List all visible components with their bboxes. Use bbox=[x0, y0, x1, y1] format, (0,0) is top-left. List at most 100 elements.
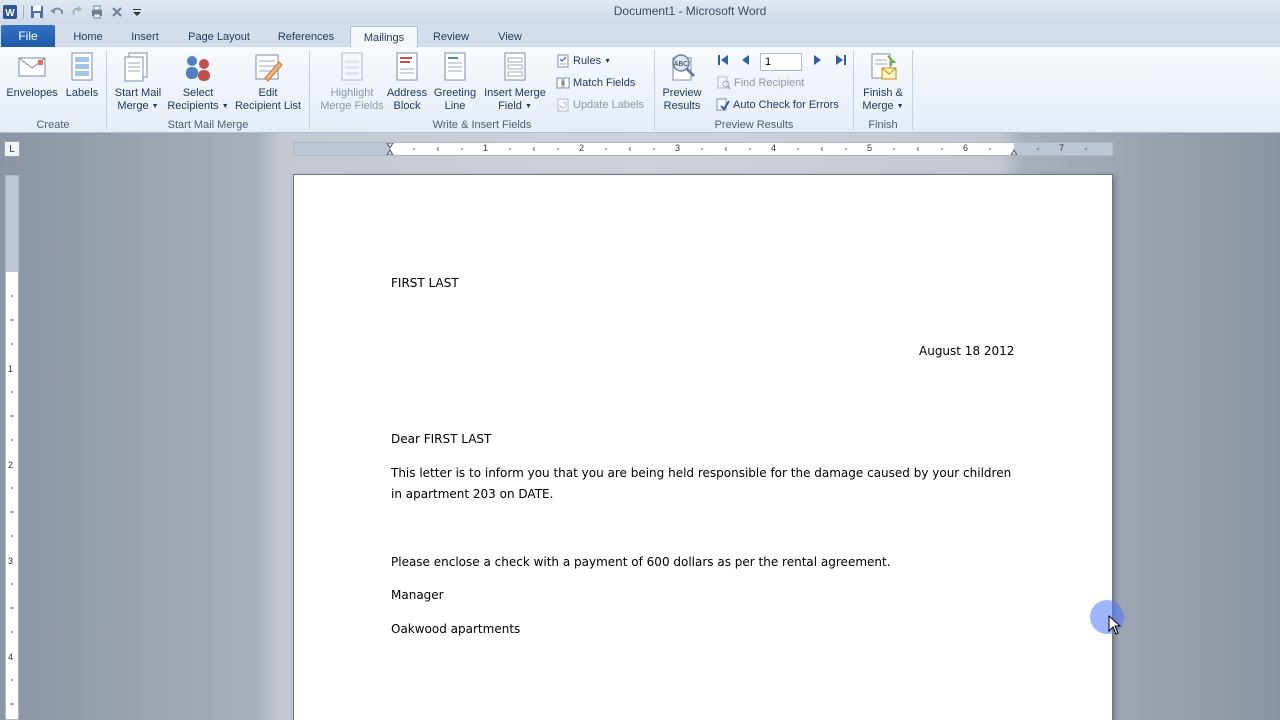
dropdown-caret-icon: ▼ bbox=[524, 103, 532, 110]
greeting-line-button[interactable]: Greeting Line bbox=[431, 51, 479, 113]
tab-file[interactable]: File bbox=[1, 25, 55, 47]
envelopes-button[interactable]: Envelopes bbox=[5, 51, 59, 100]
address-block-button[interactable]: Address Block bbox=[384, 51, 430, 113]
dropdown-caret-icon: ▼ bbox=[221, 103, 229, 110]
document-page[interactable]: FIRST LAST August 18 2012 Dear FIRST LAS… bbox=[294, 175, 1112, 720]
greeting-line-icon bbox=[439, 51, 471, 83]
tab-review[interactable]: Review bbox=[426, 26, 476, 47]
select-recipients-icon bbox=[182, 51, 214, 83]
record-number-input[interactable]: 1 bbox=[760, 53, 802, 71]
preview-results-line2: Results bbox=[663, 100, 701, 112]
auto-check-errors-button[interactable]: Auto Check for Errors bbox=[716, 96, 839, 114]
left-tab-icon: L bbox=[9, 143, 15, 155]
greeting-line-line1: Greeting bbox=[433, 87, 477, 99]
last-record-button[interactable] bbox=[834, 54, 848, 68]
ribbon: Envelopes Labels Create Start Mail Merge… bbox=[0, 47, 1280, 133]
select-recipients-line2: Recipients ▼ bbox=[167, 100, 228, 113]
document-area: L 1 2 3 4 5 6 7 1 2 3 4 FIRST LAST Augus… bbox=[0, 133, 1280, 720]
tab-view[interactable]: View bbox=[490, 26, 530, 47]
window-title: Document1 - Microsoft Word bbox=[613, 4, 767, 18]
first-record-button[interactable] bbox=[716, 54, 730, 68]
tab-page-layout[interactable]: Page Layout bbox=[180, 26, 258, 47]
title-bar: W Document1 - Microsoft Word bbox=[0, 0, 1280, 24]
envelopes-label: Envelopes bbox=[6, 87, 58, 99]
edit-recipient-list-line1: Edit bbox=[258, 87, 278, 99]
ruler-number: 6 bbox=[963, 143, 969, 153]
match-fields-label: Match Fields bbox=[573, 77, 636, 89]
auto-check-errors-label: Auto Check for Errors bbox=[733, 99, 839, 111]
preview-results-button[interactable]: ABC Preview Results bbox=[657, 51, 707, 113]
finish-merge-button[interactable]: Finish & Merge ▼ bbox=[857, 51, 909, 113]
update-labels-label: Update Labels bbox=[573, 99, 644, 111]
ruler-number: 3 bbox=[8, 556, 14, 566]
find-recipient-label: Find Recipient bbox=[734, 77, 805, 89]
preview-results-icon: ABC bbox=[666, 51, 698, 83]
edit-recipient-list-line2: Recipient List bbox=[234, 100, 302, 112]
match-fields-button[interactable]: Match Fields bbox=[556, 74, 635, 92]
update-labels-icon bbox=[556, 98, 570, 112]
tab-references[interactable]: References bbox=[270, 26, 342, 47]
start-mail-merge-button[interactable]: Start Mail Merge ▼ bbox=[110, 51, 166, 113]
find-recipient-button[interactable]: Find Recipient bbox=[717, 74, 804, 92]
preview-results-line1: Preview bbox=[662, 87, 702, 99]
tab-selector-button[interactable]: L bbox=[4, 141, 20, 157]
mouse-pointer-icon bbox=[1108, 615, 1122, 635]
signoff-title[interactable]: Manager bbox=[391, 588, 444, 602]
ribbon-tab-row: File Home Insert Page Layout References … bbox=[0, 24, 1280, 48]
highlight-merge-fields-icon bbox=[336, 51, 368, 83]
start-mail-merge-line1: Start Mail bbox=[114, 87, 162, 99]
horizontal-ruler[interactable]: 1 2 3 4 5 6 7 bbox=[293, 142, 1113, 156]
group-start-mail-merge-label: Start Mail Merge bbox=[167, 119, 249, 131]
ruler-number: 3 bbox=[675, 143, 681, 153]
vertical-ruler[interactable]: 1 2 3 4 bbox=[5, 175, 19, 720]
next-record-button[interactable] bbox=[810, 54, 824, 68]
select-recipients-button[interactable]: Select Recipients ▼ bbox=[167, 51, 229, 113]
ruler-number: 1 bbox=[8, 364, 14, 374]
ruler-number: 1 bbox=[483, 143, 489, 153]
insert-merge-field-icon bbox=[499, 51, 531, 83]
letter-date[interactable]: August 18 2012 bbox=[919, 344, 1014, 358]
tab-insert[interactable]: Insert bbox=[124, 26, 166, 47]
insert-merge-field-button[interactable]: Insert Merge Field ▼ bbox=[480, 51, 550, 113]
body-paragraph-2[interactable]: Please enclose a check with a payment of… bbox=[391, 555, 891, 569]
highlight-merge-fields-line2: Merge Fields bbox=[320, 100, 384, 112]
next-record-icon bbox=[811, 54, 823, 69]
group-create: Envelopes Labels Create bbox=[0, 47, 106, 132]
greeting-line-line2: Line bbox=[444, 100, 466, 112]
envelope-icon bbox=[16, 51, 48, 83]
finish-merge-line1: Finish & bbox=[863, 87, 903, 99]
vertical-ruler-ticks bbox=[10, 295, 14, 705]
edit-recipient-list-button[interactable]: Edit Recipient List bbox=[231, 51, 305, 113]
ruler-number: 5 bbox=[867, 143, 873, 153]
rules-button[interactable]: Rules ▼ bbox=[556, 52, 611, 70]
body-paragraph-1-line-2[interactable]: in apartment 203 on DATE. bbox=[391, 487, 553, 501]
group-preview-results-label: Preview Results bbox=[714, 119, 794, 131]
group-start-mail-merge: Start Mail Merge ▼ Select Recipients ▼ E… bbox=[107, 47, 309, 132]
previous-record-button[interactable] bbox=[739, 54, 753, 68]
labels-button[interactable]: Labels bbox=[62, 51, 102, 100]
address-block-line1: Address bbox=[386, 87, 428, 99]
last-record-icon bbox=[835, 54, 847, 69]
body-paragraph-1-line-1[interactable]: This letter is to inform you that you ar… bbox=[391, 466, 1011, 480]
dropdown-caret-icon: ▼ bbox=[896, 103, 904, 110]
ruler-number: 4 bbox=[8, 652, 14, 662]
tab-home[interactable]: Home bbox=[66, 26, 110, 47]
recipient-name-line[interactable]: FIRST LAST bbox=[391, 276, 459, 290]
signoff-company[interactable]: Oakwood apartments bbox=[391, 622, 520, 636]
group-finish-label: Finish bbox=[868, 119, 898, 131]
insert-merge-field-line1: Insert Merge bbox=[484, 87, 546, 99]
salutation[interactable]: Dear FIRST LAST bbox=[391, 432, 491, 446]
update-labels-button[interactable]: Update Labels bbox=[556, 96, 644, 114]
dropdown-caret-icon: ▼ bbox=[151, 103, 159, 110]
auto-check-errors-icon bbox=[716, 98, 730, 112]
previous-record-icon bbox=[740, 54, 752, 69]
group-write-insert-fields: Highlight Merge Fields Address Block Gre… bbox=[310, 47, 654, 132]
address-block-icon bbox=[391, 51, 423, 83]
match-fields-icon bbox=[556, 76, 570, 90]
group-create-label: Create bbox=[36, 119, 70, 131]
tab-mailings[interactable]: Mailings bbox=[350, 26, 418, 48]
finish-merge-icon bbox=[867, 51, 899, 83]
highlight-merge-fields-button[interactable]: Highlight Merge Fields bbox=[314, 51, 390, 113]
group-write-insert-label: Write & Insert Fields bbox=[432, 119, 532, 131]
finish-merge-line2: Merge ▼ bbox=[862, 100, 903, 113]
